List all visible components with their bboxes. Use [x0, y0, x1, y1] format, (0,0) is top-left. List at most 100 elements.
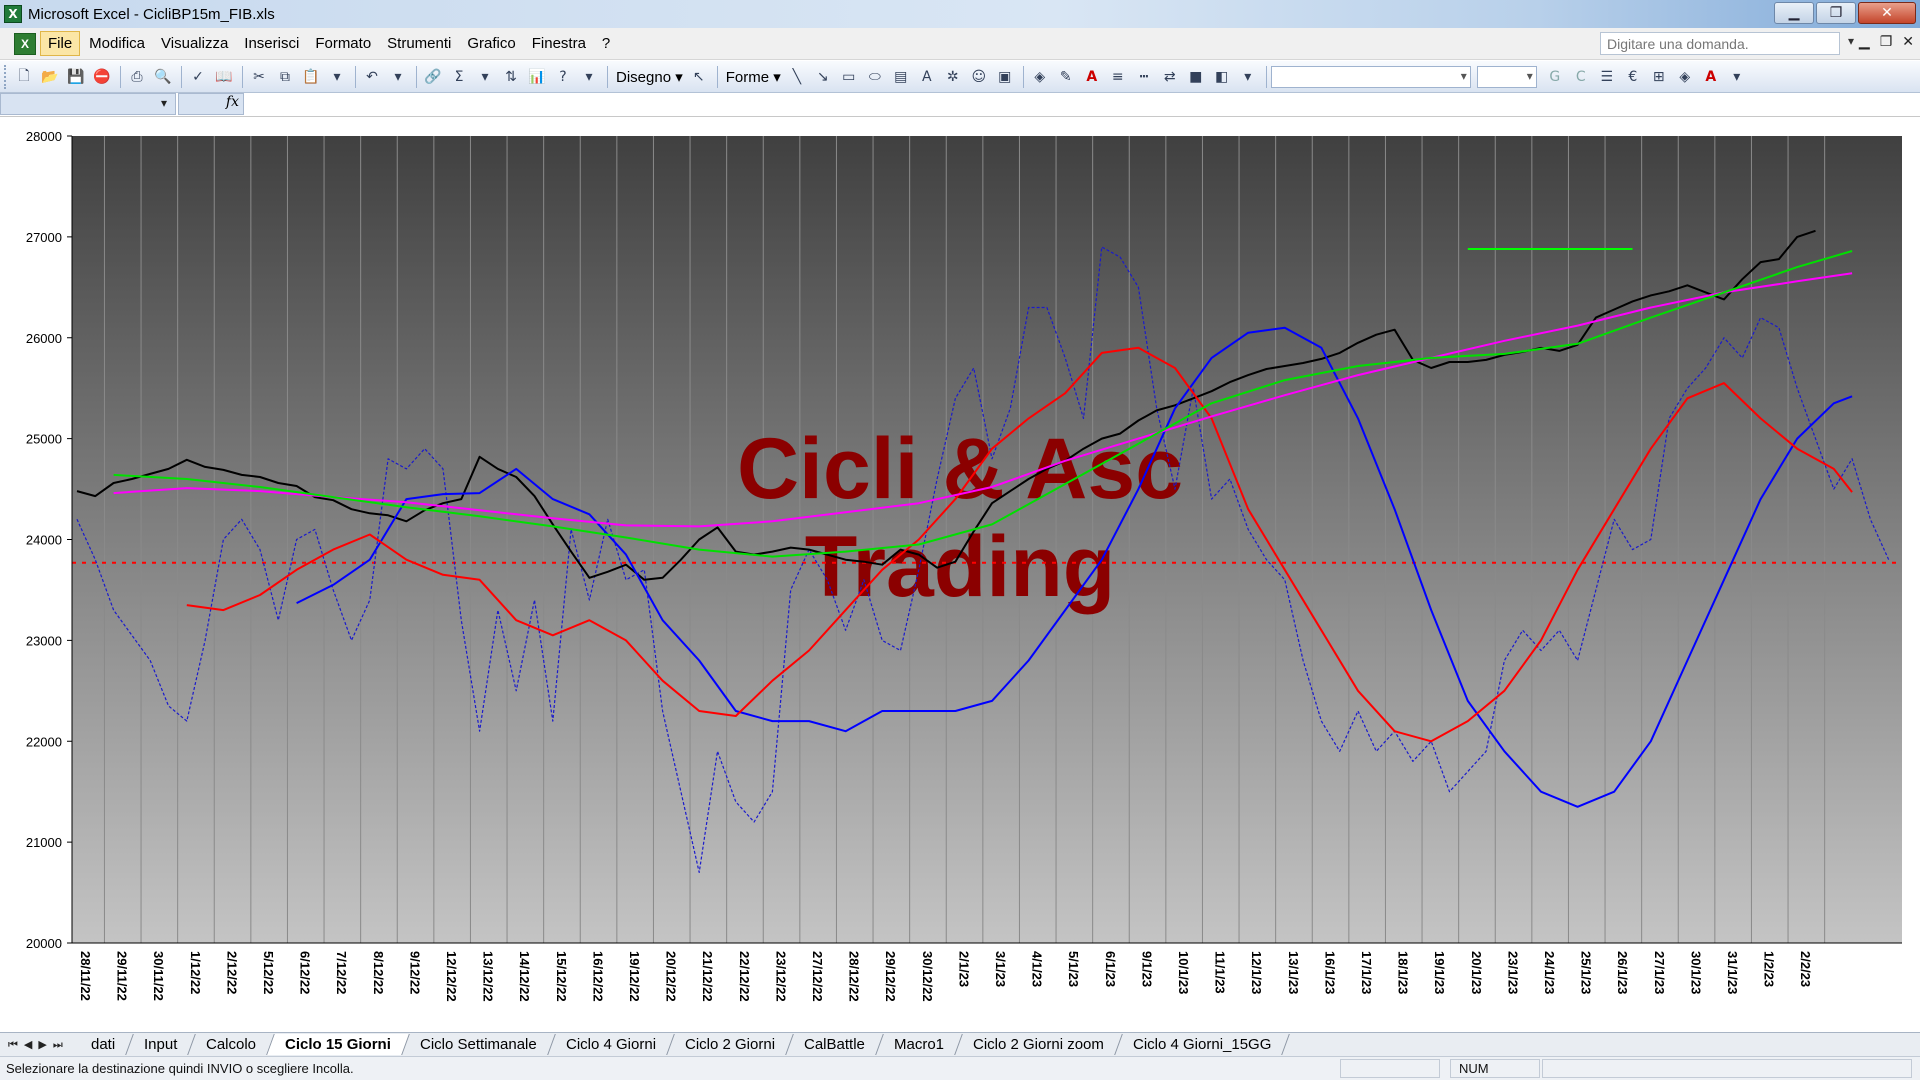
sheet-tab[interactable]: Macro1 — [876, 1034, 963, 1055]
workbook-icon[interactable]: X — [14, 32, 36, 55]
hyperlink-icon[interactable]: 🔗 — [421, 65, 445, 89]
fx-icon[interactable]: fx — [178, 93, 244, 115]
autosum-dropdown-icon[interactable]: ▾ — [473, 65, 497, 89]
font-color-2-icon[interactable]: A — [1699, 65, 1723, 89]
ask-question-input[interactable]: Digitare una domanda. — [1600, 32, 1840, 55]
undo-icon[interactable]: ↶ — [360, 65, 384, 89]
workbook-close-icon[interactable]: ✕ — [1902, 34, 1914, 50]
new-icon[interactable]: 🗋 — [12, 65, 36, 89]
ask-dropdown-icon[interactable]: ▾ — [1848, 34, 1854, 48]
x-tick-label: 16/1/23 — [1322, 951, 1337, 994]
drawing-options-icon[interactable]: ▾ — [1236, 65, 1260, 89]
x-tick-label: 3/1/23 — [993, 951, 1008, 987]
format-options-icon[interactable]: ▾ — [1725, 65, 1749, 89]
line-icon[interactable]: ╲ — [785, 65, 809, 89]
cut-icon[interactable]: ✂ — [247, 65, 271, 89]
sheet-tab[interactable]: Ciclo 4 Giorni — [548, 1034, 675, 1055]
workbook-minimize-icon[interactable]: ▁ — [1859, 34, 1870, 50]
menu-file[interactable]: File — [40, 31, 81, 56]
x-tick-label: 26/1/23 — [1615, 951, 1630, 994]
select-objects-icon[interactable]: ↖ — [687, 65, 711, 89]
toolbar-grip[interactable] — [4, 64, 8, 89]
workbook-window-controls: ▁ ❐ ✕ — [1859, 34, 1914, 50]
next-sheet-icon[interactable]: ▶ — [38, 1038, 46, 1052]
textbox-icon[interactable]: ▤ — [889, 65, 913, 89]
sheet-tab[interactable]: CalBattle — [786, 1034, 884, 1055]
autosum-icon[interactable]: Σ — [447, 65, 471, 89]
shadow-icon[interactable]: ■ — [1184, 65, 1208, 89]
sheet-tab[interactable]: Calcolo — [188, 1034, 276, 1055]
sheet-tab[interactable]: Ciclo Settimanale — [402, 1034, 556, 1055]
bold-icon[interactable]: G — [1543, 65, 1567, 89]
toolbar-options-icon[interactable]: ▾ — [577, 65, 601, 89]
borders-icon[interactable]: ⊞ — [1647, 65, 1671, 89]
menu-inserisci[interactable]: Inserisci — [237, 32, 306, 55]
sheet-tab[interactable]: Ciclo 2 Giorni — [667, 1034, 794, 1055]
align-center-icon[interactable]: ☰ — [1595, 65, 1619, 89]
picture-icon[interactable]: ▣ — [993, 65, 1017, 89]
rectangle-icon[interactable]: ▭ — [837, 65, 861, 89]
excel-icon[interactable]: X — [4, 5, 22, 23]
forme-menu[interactable]: Forme ▾ — [722, 68, 785, 86]
menu-finestra[interactable]: Finestra — [525, 32, 593, 55]
last-sheet-icon[interactable]: ⏭ — [53, 1038, 63, 1052]
help-icon[interactable]: ? — [551, 65, 575, 89]
arrow-icon[interactable]: ↘ — [811, 65, 835, 89]
workbook-restore-icon[interactable]: ❐ — [1880, 34, 1893, 50]
fill-bucket-icon[interactable]: ◈ — [1673, 65, 1697, 89]
menu-grafico[interactable]: Grafico — [460, 32, 522, 55]
copy-icon[interactable]: ⧉ — [273, 65, 297, 89]
italic-icon[interactable]: C — [1569, 65, 1593, 89]
menu-formato[interactable]: Formato — [308, 32, 378, 55]
sheet-tab[interactable]: Input — [126, 1034, 197, 1055]
oval-icon[interactable]: ⬭ — [863, 65, 887, 89]
sort-icon[interactable]: ⇅ — [499, 65, 523, 89]
menu-help[interactable]: ? — [595, 32, 617, 55]
wordart-icon[interactable]: A — [915, 65, 939, 89]
format-painter-icon[interactable]: ▾ — [325, 65, 349, 89]
open-icon[interactable]: 📂 — [38, 65, 62, 89]
x-tick-label: 9/12/22 — [407, 951, 422, 994]
save-icon[interactable]: 💾 — [64, 65, 88, 89]
chart-area[interactable]: Cicli & Asc Trading 20000 21000 22000 23000 2… — [0, 118, 1920, 1030]
font-name-select[interactable] — [1270, 65, 1471, 88]
first-sheet-icon[interactable]: ⏮ — [8, 1038, 18, 1052]
line-style-icon[interactable]: ≡ — [1106, 65, 1130, 89]
prev-sheet-icon[interactable]: ◀ — [24, 1038, 32, 1052]
maximize-button[interactable]: ❐ — [1816, 2, 1856, 24]
paste-icon[interactable]: 📋 — [299, 65, 323, 89]
menu-modifica[interactable]: Modifica — [82, 32, 152, 55]
line-chart[interactable]: Cicli & AscTrading 200002100022000230002… — [0, 118, 1920, 1030]
chart-wizard-icon[interactable]: 📊 — [525, 65, 549, 89]
3d-icon[interactable]: ◧ — [1210, 65, 1234, 89]
close-button[interactable]: ✕ — [1858, 2, 1916, 24]
menu-visualizza[interactable]: Visualizza — [154, 32, 235, 55]
font-color-icon[interactable]: A — [1080, 65, 1104, 89]
sheet-tab[interactable]: Ciclo 2 Giorni zoom — [955, 1034, 1123, 1055]
research-icon[interactable]: 📖 — [212, 65, 236, 89]
name-box[interactable] — [0, 93, 176, 115]
spelling-icon[interactable]: ✓ — [186, 65, 210, 89]
print-preview-icon[interactable]: 🔍 — [151, 65, 175, 89]
sheet-tab[interactable]: dati — [72, 1034, 134, 1055]
disegno-menu[interactable]: Disegno ▾ — [612, 68, 687, 86]
permission-icon[interactable]: ⛔ — [90, 65, 114, 89]
print-icon[interactable]: ⎙ — [125, 65, 149, 89]
diagram-icon[interactable]: ✲ — [941, 65, 965, 89]
clipart-icon[interactable]: ☺ — [967, 65, 991, 89]
undo-dropdown-icon[interactable]: ▾ — [386, 65, 410, 89]
sheet-tab[interactable]: Ciclo 4 Giorni_15GG — [1114, 1034, 1291, 1055]
arrow-style-icon[interactable]: ⇄ — [1158, 65, 1182, 89]
x-tick-label: 13/1/23 — [1286, 951, 1301, 994]
line-color-icon[interactable]: ✎ — [1054, 65, 1078, 89]
font-size-select[interactable] — [1476, 65, 1537, 88]
minimize-button[interactable]: ▁ — [1774, 2, 1814, 24]
fill-color-icon[interactable]: ◈ — [1028, 65, 1052, 89]
menu-strumenti[interactable]: Strumenti — [380, 32, 458, 55]
dash-style-icon[interactable]: ┅ — [1132, 65, 1156, 89]
sheet-tab[interactable]: Ciclo 15 Giorni — [267, 1034, 411, 1055]
euro-icon[interactable]: € — [1621, 65, 1645, 89]
x-tick-label: 2/2/23 — [1798, 951, 1813, 987]
x-tick-label: 28/11/22 — [78, 951, 93, 1001]
formula-input[interactable] — [246, 93, 1920, 115]
